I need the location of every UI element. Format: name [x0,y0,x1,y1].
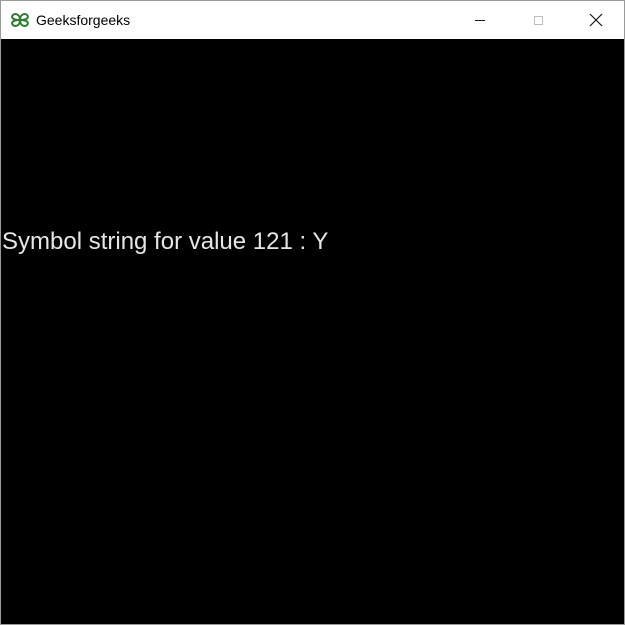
symbol-string-label: Symbol string for value 121 : Y [2,228,329,255]
close-button[interactable] [573,1,619,39]
close-icon [589,13,603,27]
maximize-icon [533,15,543,25]
minimize-button[interactable] [457,1,503,39]
geeksforgeeks-logo-icon [11,13,29,27]
maximize-button[interactable] [515,1,561,39]
minimize-icon [475,19,485,21]
application-window: Geeksforgeeks Symbol string for value 12… [0,0,625,625]
client-area: Symbol string for value 121 : Y [1,39,624,624]
title-bar[interactable]: Geeksforgeeks [1,1,624,39]
window-title: Geeksforgeeks [36,12,131,28]
